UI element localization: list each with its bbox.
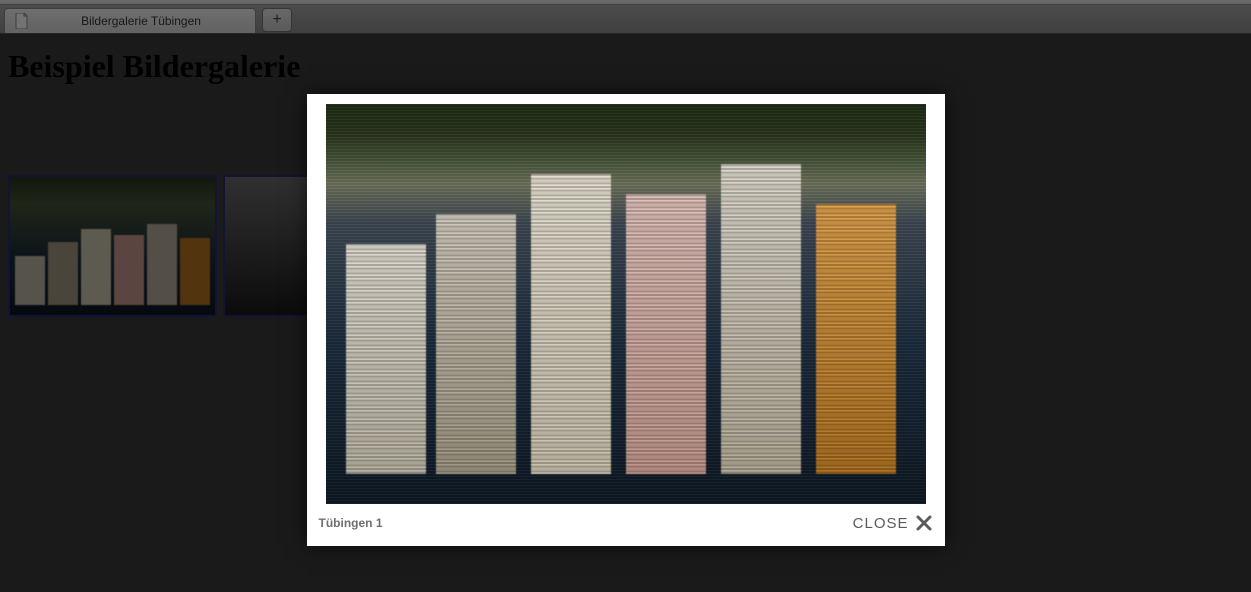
lightbox: Tübingen 1 CLOSE xyxy=(307,94,945,546)
lightbox-caption: Tübingen 1 xyxy=(319,516,383,530)
close-label: CLOSE xyxy=(853,515,909,532)
lightbox-image xyxy=(326,104,926,504)
close-button[interactable]: CLOSE xyxy=(853,514,933,532)
lightbox-meta: Tübingen 1 CLOSE xyxy=(317,504,935,536)
close-icon xyxy=(915,514,933,532)
